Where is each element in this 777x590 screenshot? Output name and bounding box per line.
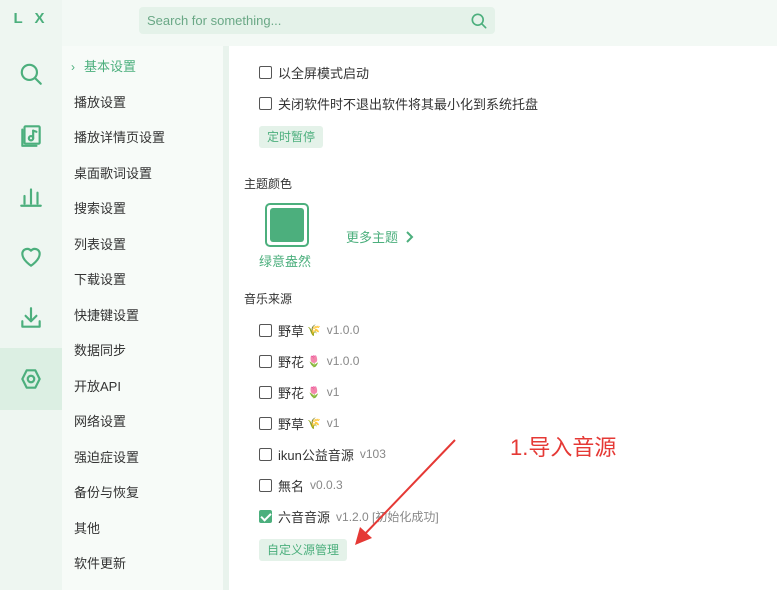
tulip-icon: 🌷 <box>307 386 321 399</box>
app-rail: L X <box>0 0 62 590</box>
search-icon <box>20 63 42 85</box>
source-item[interactable]: 野草 🌾 v1 <box>259 413 339 433</box>
checkbox-box[interactable] <box>259 323 272 337</box>
rail-favorites-button[interactable] <box>0 226 62 288</box>
sidebar-item-playback[interactable]: 播放设置 <box>74 92 126 114</box>
sidebar-item-desktop-lyric[interactable]: 桌面歌词设置 <box>74 163 152 185</box>
sidebar-item-basic[interactable]: › 基本设置 <box>71 56 137 78</box>
checkbox-box[interactable] <box>259 478 272 492</box>
sidebar-item-open-api[interactable]: 开放API <box>74 376 121 398</box>
rail-settings-button[interactable] <box>0 348 62 410</box>
heart-icon <box>21 247 41 267</box>
source-name: 六音音源 <box>278 509 331 525</box>
annotation-text: 1.导入音源 <box>510 435 617 460</box>
sidebar-item-sync[interactable]: 数据同步 <box>74 340 126 362</box>
checkbox-box[interactable] <box>259 509 272 523</box>
source-version: v103 <box>359 447 386 461</box>
source-version: v1.0.0 <box>326 323 360 337</box>
sidebar-item-other[interactable]: 其他 <box>74 518 100 540</box>
custom-source-manage-button[interactable]: 自定义源管理 <box>259 539 348 561</box>
sidebar-item-backup[interactable]: 备份与恢复 <box>74 482 139 504</box>
source-version: v1 <box>326 416 340 430</box>
source-name: 無名 <box>278 478 305 494</box>
sidebar-item-download[interactable]: 下载设置 <box>74 269 126 291</box>
theme-name: 绿意盎然 <box>259 254 312 269</box>
search-submit-button[interactable] <box>469 11 489 31</box>
source-item[interactable]: 野花 🌷 v1.0.0 <box>259 351 359 371</box>
checkbox-box[interactable] <box>259 385 272 399</box>
source-item[interactable]: 六音音源 v1.2.0 [初始化成功] <box>259 506 439 526</box>
theme-color-fill <box>270 208 304 242</box>
source-version: v1 <box>326 385 340 399</box>
sidebar-item-list[interactable]: 列表设置 <box>74 234 126 256</box>
source-name: 野花 <box>278 385 305 401</box>
sidebar-item-search[interactable]: 搜索设置 <box>74 198 126 220</box>
source-name: 野草 <box>278 323 305 339</box>
source-name: 野花 <box>278 354 305 370</box>
more-themes-label: 更多主题 <box>346 230 399 245</box>
sidebar-item-network[interactable]: 网络设置 <box>74 411 126 433</box>
theme-swatch-green[interactable] <box>265 203 309 247</box>
music-list-icon <box>21 125 41 147</box>
app-logo: L X <box>13 10 49 27</box>
source-version: v1.2.0 [初始化成功] <box>336 509 439 524</box>
rail-search-button[interactable] <box>0 43 62 105</box>
search-input[interactable] <box>147 7 465 34</box>
wheat-icon: 🌾 <box>307 417 321 430</box>
top-bar <box>62 0 777 46</box>
settings-sidebar: › 基本设置 播放设置 播放详情页设置 桌面歌词设置 搜索设置 列表设置 下载设… <box>62 46 224 590</box>
minimize-tray-checkbox[interactable]: 关闭软件时不退出软件将其最小化到系统托盘 <box>259 93 538 113</box>
timer-pause-button[interactable]: 定时暂停 <box>259 126 324 148</box>
rail-download-button[interactable] <box>0 287 62 349</box>
tulip-icon: 🌷 <box>307 355 321 368</box>
theme-section-title: 主题颜色 <box>244 177 293 191</box>
checkbox-box[interactable] <box>259 65 272 79</box>
checkbox-label: 以全屏模式启动 <box>278 65 370 81</box>
sidebar-item-play-detail[interactable]: 播放详情页设置 <box>74 127 165 149</box>
rail-leaderboard-button[interactable] <box>0 165 62 227</box>
chevron-right-icon: › <box>71 60 75 74</box>
source-item[interactable]: 野花 🌷 v1 <box>259 382 339 402</box>
checkbox-box[interactable] <box>259 354 272 368</box>
settings-icon <box>21 369 41 389</box>
wheat-icon: 🌾 <box>307 324 321 337</box>
sidebar-item-hotkey[interactable]: 快捷键设置 <box>74 305 139 327</box>
checkbox-box[interactable] <box>259 416 272 430</box>
checkbox-box[interactable] <box>259 447 272 461</box>
checkbox-box[interactable] <box>259 96 272 110</box>
source-name: ikun公益音源 <box>278 447 354 463</box>
settings-content: 以全屏模式启动 关闭软件时不退出软件将其最小化到系统托盘 定时暂停 主题颜色 绿… <box>229 46 777 590</box>
source-item[interactable]: 野草 🌾 v1.0.0 <box>259 320 359 340</box>
source-item[interactable]: 無名 v0.0.3 <box>259 475 343 495</box>
source-item[interactable]: ikun公益音源 v103 <box>259 444 386 464</box>
chevron-right-icon <box>406 230 414 243</box>
search-box <box>139 7 495 34</box>
source-version: v1.0.0 <box>326 354 360 368</box>
source-version: v0.0.3 <box>310 478 343 492</box>
sidebar-item-label: 基本设置 <box>84 59 137 74</box>
download-icon <box>21 307 41 328</box>
fullscreen-checkbox[interactable]: 以全屏模式启动 <box>259 62 369 82</box>
checkbox-label: 关闭软件时不退出软件将其最小化到系统托盘 <box>278 96 539 112</box>
music-source-section-title: 音乐来源 <box>244 292 293 306</box>
search-icon <box>471 13 487 29</box>
rail-songlist-button[interactable] <box>0 104 62 166</box>
sidebar-item-ocd[interactable]: 强迫症设置 <box>74 447 139 469</box>
more-themes-link[interactable]: 更多主题 <box>346 227 415 246</box>
sidebar-item-update[interactable]: 软件更新 <box>74 553 126 575</box>
source-name: 野草 <box>278 416 305 432</box>
chart-icon <box>20 188 42 207</box>
